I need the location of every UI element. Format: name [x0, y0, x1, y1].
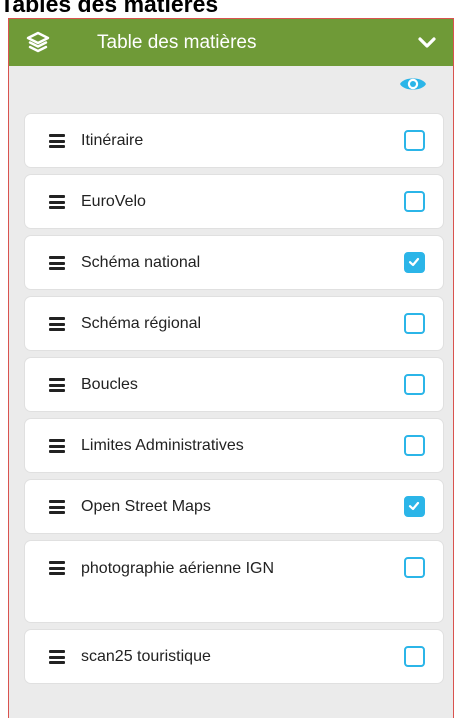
- layer-visibility-checkbox[interactable]: [404, 313, 425, 334]
- layer-visibility-checkbox[interactable]: [404, 557, 425, 578]
- layer-visibility-checkbox[interactable]: [404, 191, 425, 212]
- layer-label: photographie aérienne IGN: [81, 560, 275, 577]
- layer-visibility-checkbox[interactable]: [404, 252, 425, 273]
- layer-label: Itinéraire: [81, 132, 144, 149]
- layer-label: Limites Administratives: [81, 437, 244, 454]
- layer-item: Limites Administratives: [25, 419, 443, 472]
- layer-label: Open Street Maps: [81, 498, 211, 515]
- layer-list: Itinéraire EuroVelo Schéma national Sché…: [25, 114, 443, 691]
- page-heading: Tables des matières: [0, 0, 219, 17]
- toc-title: Table des matières: [97, 32, 257, 53]
- layer-label: Boucles: [81, 376, 138, 393]
- layer-item: Schéma régional: [25, 297, 443, 350]
- drag-handle-icon[interactable]: [49, 195, 65, 209]
- layer-item: Schéma national: [25, 236, 443, 289]
- drag-handle-icon[interactable]: [49, 317, 65, 331]
- table-of-contents-panel: Table des matières Itinéraire EuroVelo S…: [8, 18, 454, 718]
- layer-visibility-checkbox[interactable]: [404, 496, 425, 517]
- toc-header[interactable]: Table des matières: [9, 18, 453, 66]
- layer-visibility-checkbox[interactable]: [404, 374, 425, 395]
- drag-handle-icon[interactable]: [49, 256, 65, 270]
- layer-label: Schéma régional: [81, 315, 202, 332]
- drag-handle-icon[interactable]: [49, 650, 65, 664]
- layer-label: Schéma national: [81, 254, 201, 271]
- chevron-down-icon[interactable]: [417, 35, 437, 51]
- eye-icon: [400, 78, 426, 90]
- layer-visibility-checkbox[interactable]: [404, 435, 425, 456]
- layer-item: EuroVelo: [25, 175, 443, 228]
- checkmark-icon: [408, 257, 420, 267]
- layer-item: scan25 touristique: [25, 630, 443, 683]
- layer-item: Itinéraire: [25, 114, 443, 167]
- drag-handle-icon[interactable]: [49, 500, 65, 514]
- layer-visibility-checkbox[interactable]: [404, 130, 425, 151]
- layer-label: EuroVelo: [81, 193, 146, 210]
- layer-visibility-checkbox[interactable]: [404, 646, 425, 667]
- checkmark-icon: [408, 501, 420, 511]
- layer-item: photographie aérienne IGN: [25, 541, 443, 622]
- drag-handle-icon[interactable]: [49, 439, 65, 453]
- drag-handle-icon[interactable]: [49, 378, 65, 392]
- drag-handle-icon[interactable]: [49, 561, 65, 575]
- drag-handle-icon[interactable]: [49, 134, 65, 148]
- layer-label: scan25 touristique: [81, 648, 211, 665]
- layers-icon: [26, 31, 50, 53]
- layer-item: Open Street Maps: [25, 480, 443, 533]
- layer-item: Boucles: [25, 358, 443, 411]
